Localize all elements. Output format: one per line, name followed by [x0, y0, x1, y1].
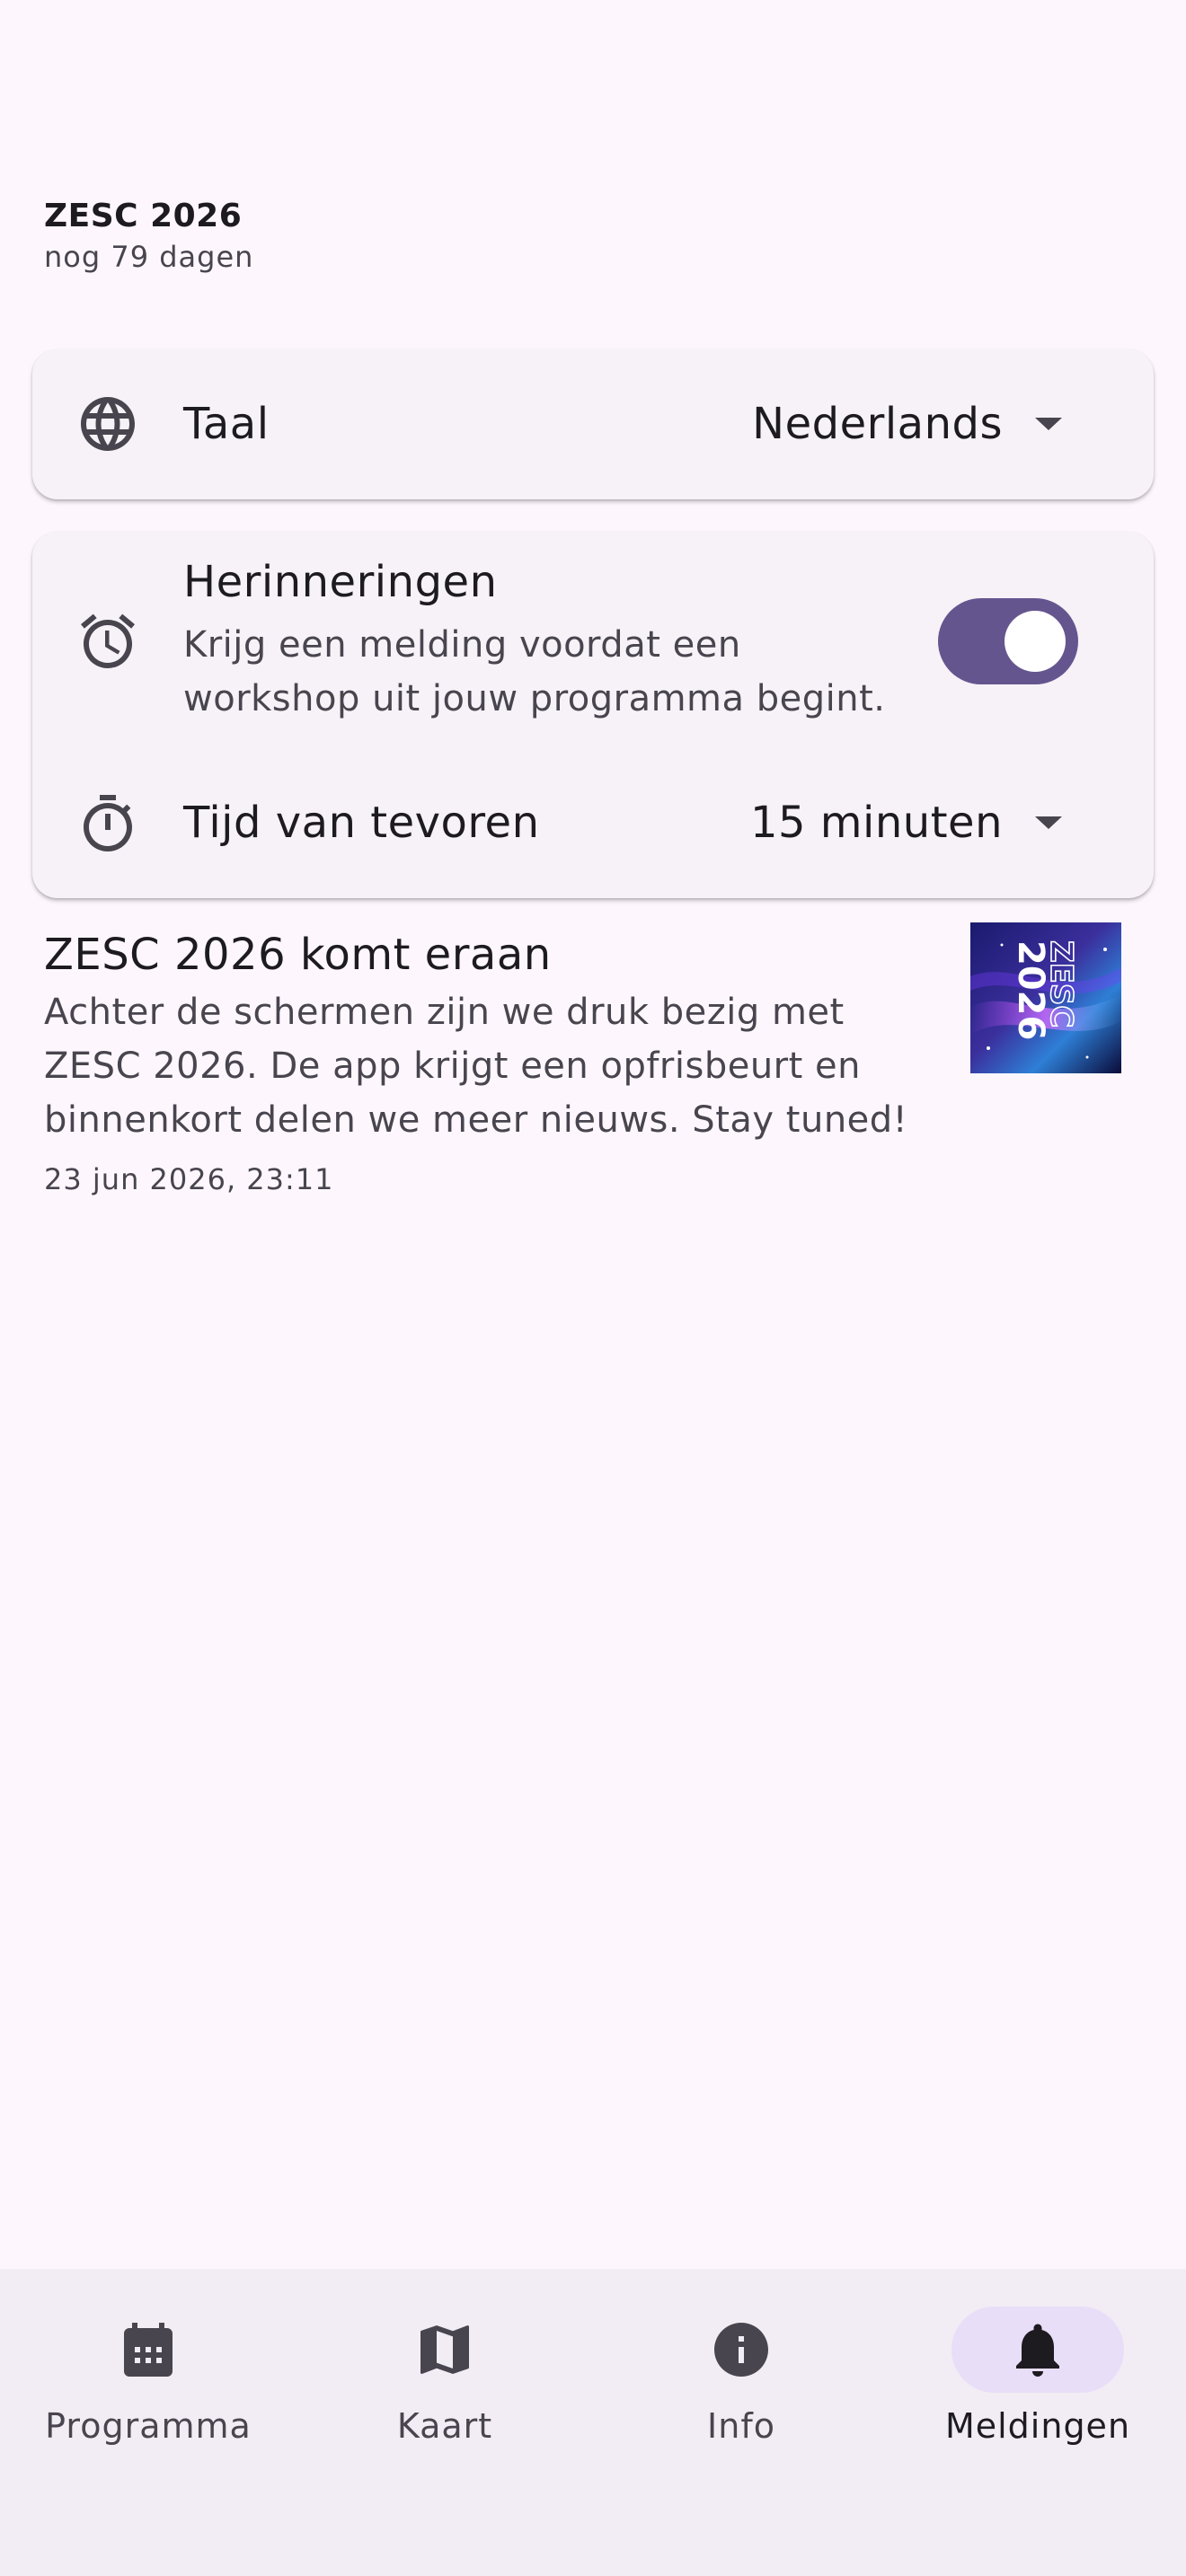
- reminders-toggle[interactable]: [938, 598, 1078, 684]
- bell-icon: [1005, 2317, 1070, 2382]
- nav-label: Info: [707, 2406, 775, 2446]
- reminders-description: Krijg een melding voordat een workshop u…: [183, 624, 886, 719]
- notification-image: ZESC 2026: [970, 922, 1121, 1073]
- notification-title: ZESC 2026 komt eraan: [44, 930, 552, 980]
- lead-time-value: 15 minuten: [749, 798, 1003, 848]
- dropdown-arrow-icon: [1035, 816, 1062, 829]
- language-value: Nederlands: [752, 399, 1003, 449]
- dropdown-arrow-icon: [1035, 418, 1062, 430]
- nav-label: Meldingen: [944, 2406, 1131, 2446]
- nav-item-info[interactable]: Info: [593, 2269, 890, 2493]
- language-label: Taal: [183, 399, 270, 449]
- lead-time-label: Tijd van tevoren: [183, 798, 540, 848]
- toggle-thumb: [1005, 611, 1066, 672]
- nav-label: Kaart: [396, 2406, 493, 2446]
- reminders-title: Herinneringen: [183, 557, 498, 607]
- app-header: ZESC 2026 nog 79 dagen: [44, 196, 253, 277]
- bottom-navigation: Programma Kaart Info Meldingen: [0, 2269, 1186, 2576]
- calendar-icon: [116, 2317, 181, 2382]
- notification-date: 23 jun 2026, 23:11: [44, 1162, 334, 1196]
- notification-body: Achter de schermen zijn we druk bezig me…: [44, 992, 908, 1141]
- globe-icon: [75, 392, 140, 456]
- reminders-card: Herinneringen Krijg een melding voordat …: [32, 532, 1154, 898]
- alarm-icon: [75, 609, 140, 674]
- notification-item[interactable]: ZESC 2026 komt eraan Achter de schermen …: [44, 922, 1159, 1210]
- language-card: Taal Nederlands: [32, 349, 1154, 499]
- lead-time-dropdown[interactable]: 15 minuten: [750, 796, 1078, 850]
- nav-item-programma[interactable]: Programma: [0, 2269, 296, 2493]
- event-title: ZESC 2026: [44, 198, 243, 234]
- language-dropdown[interactable]: Nederlands: [752, 397, 1078, 451]
- info-icon: [709, 2317, 774, 2382]
- countdown-text: nog 79 dagen: [44, 240, 254, 274]
- svg-text:2026: 2026: [1010, 940, 1051, 1040]
- nav-item-meldingen[interactable]: Meldingen: [890, 2269, 1186, 2493]
- nav-item-kaart[interactable]: Kaart: [296, 2269, 593, 2493]
- map-icon: [412, 2317, 477, 2382]
- timer-icon: [75, 792, 140, 857]
- nav-label: Programma: [45, 2406, 252, 2446]
